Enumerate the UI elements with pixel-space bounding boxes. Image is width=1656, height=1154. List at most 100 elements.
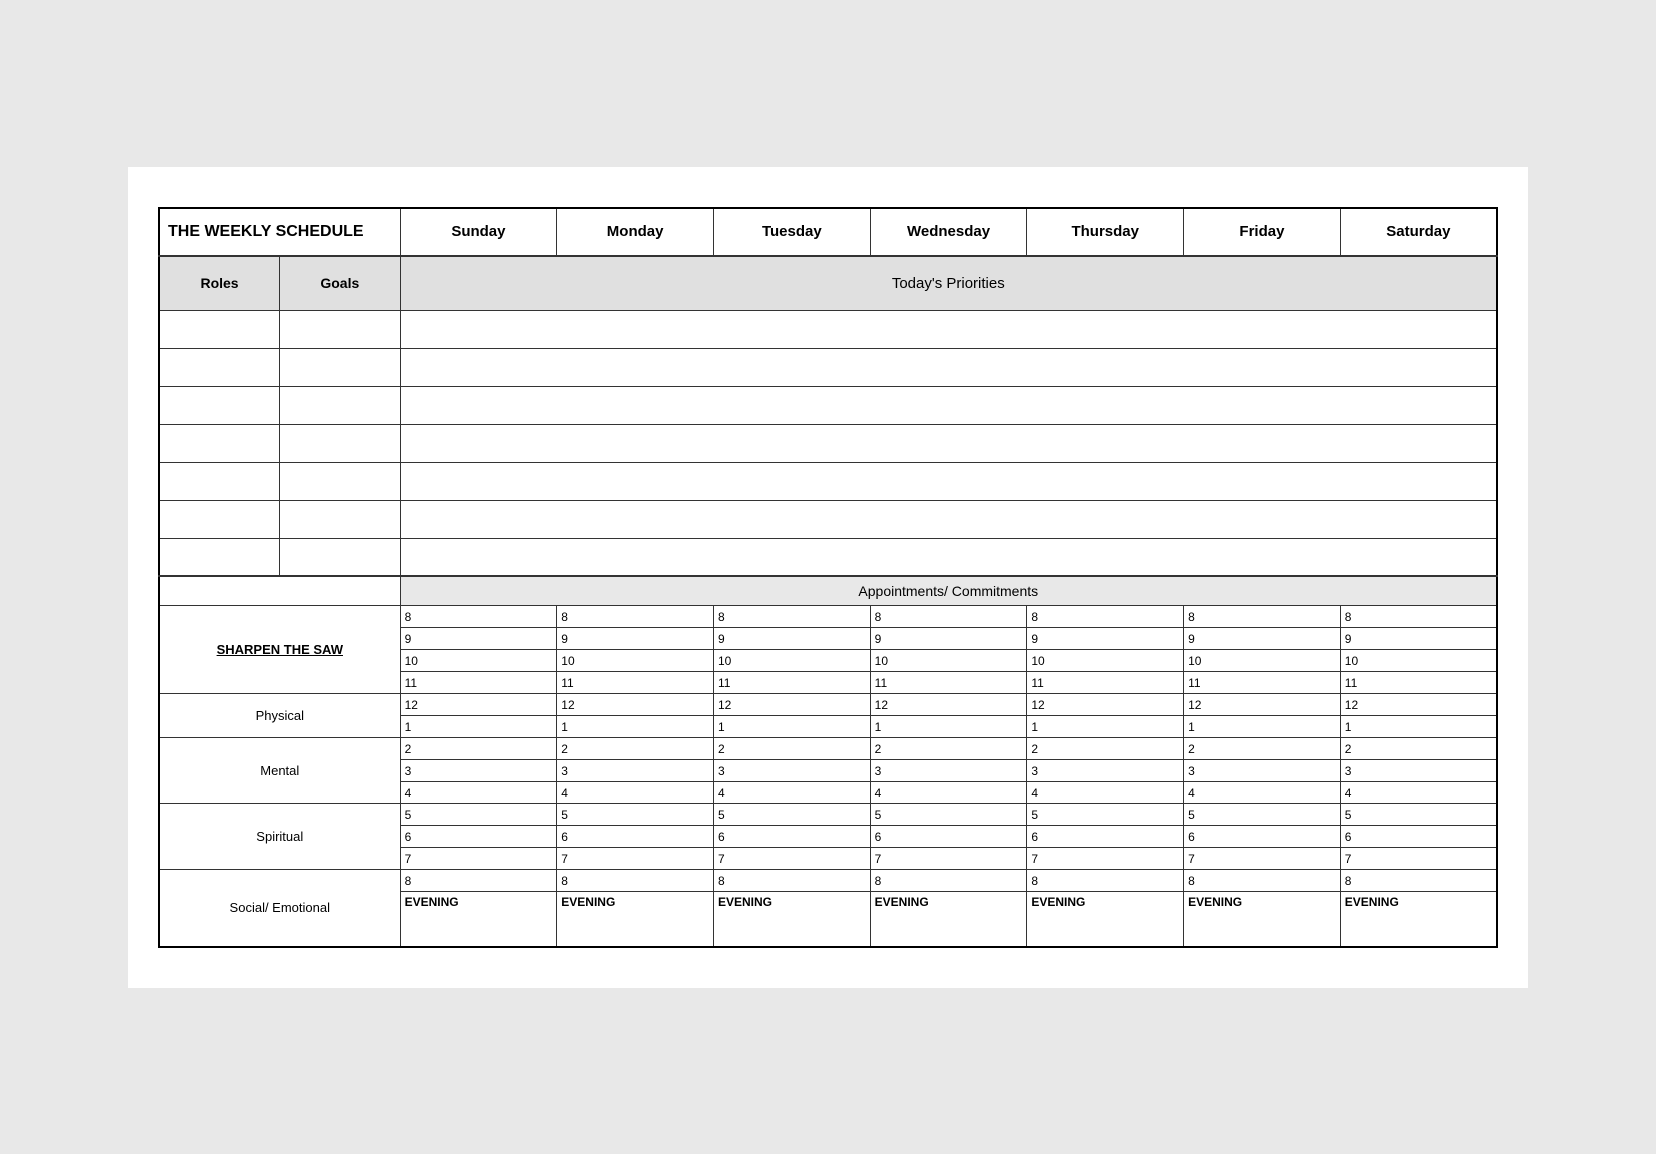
time-mon-6[interactable]: 6	[557, 826, 714, 848]
time-fri-4[interactable]: 4	[1184, 782, 1341, 804]
time-thu-1[interactable]: 1	[1027, 716, 1184, 738]
time-thu-5[interactable]: 5	[1027, 804, 1184, 826]
time-sun-5[interactable]: 5	[400, 804, 557, 826]
time-tue-5[interactable]: 5	[713, 804, 870, 826]
goal-cell-1[interactable]	[280, 310, 401, 348]
time-tue-9[interactable]: 9	[713, 628, 870, 650]
role-cell-6[interactable]	[159, 500, 280, 538]
time-sun-7[interactable]: 7	[400, 848, 557, 870]
priority-cell-7[interactable]	[400, 538, 1497, 576]
time-mon-8b[interactable]: 8	[557, 870, 714, 892]
time-mon-3[interactable]: 3	[557, 760, 714, 782]
goal-cell-4[interactable]	[280, 424, 401, 462]
time-sun-8b[interactable]: 8	[400, 870, 557, 892]
time-mon-9[interactable]: 9	[557, 628, 714, 650]
time-thu-6[interactable]: 6	[1027, 826, 1184, 848]
time-tue-2[interactable]: 2	[713, 738, 870, 760]
time-sun-11[interactable]: 11	[400, 672, 557, 694]
time-fri-7[interactable]: 7	[1184, 848, 1341, 870]
evening-mon[interactable]: EVENING	[557, 892, 714, 947]
time-fri-6[interactable]: 6	[1184, 826, 1341, 848]
goal-cell-5[interactable]	[280, 462, 401, 500]
goal-cell-2[interactable]	[280, 348, 401, 386]
time-tue-3[interactable]: 3	[713, 760, 870, 782]
time-mon-8a[interactable]: 8	[557, 606, 714, 628]
time-thu-8b[interactable]: 8	[1027, 870, 1184, 892]
time-sat-6[interactable]: 6	[1340, 826, 1497, 848]
time-fri-8b[interactable]: 8	[1184, 870, 1341, 892]
time-wed-5[interactable]: 5	[870, 804, 1027, 826]
time-mon-4[interactable]: 4	[557, 782, 714, 804]
time-fri-1[interactable]: 1	[1184, 716, 1341, 738]
time-sun-2[interactable]: 2	[400, 738, 557, 760]
time-mon-12[interactable]: 12	[557, 694, 714, 716]
priority-cell-2[interactable]	[400, 348, 1497, 386]
time-tue-4[interactable]: 4	[713, 782, 870, 804]
time-sat-1[interactable]: 1	[1340, 716, 1497, 738]
time-mon-1[interactable]: 1	[557, 716, 714, 738]
time-thu-9[interactable]: 9	[1027, 628, 1184, 650]
time-sun-9[interactable]: 9	[400, 628, 557, 650]
time-sat-11[interactable]: 11	[1340, 672, 1497, 694]
time-tue-10[interactable]: 10	[713, 650, 870, 672]
time-sun-10[interactable]: 10	[400, 650, 557, 672]
time-thu-7[interactable]: 7	[1027, 848, 1184, 870]
time-tue-6[interactable]: 6	[713, 826, 870, 848]
time-thu-12[interactable]: 12	[1027, 694, 1184, 716]
time-thu-8a[interactable]: 8	[1027, 606, 1184, 628]
time-wed-8b[interactable]: 8	[870, 870, 1027, 892]
time-sat-2[interactable]: 2	[1340, 738, 1497, 760]
time-wed-1[interactable]: 1	[870, 716, 1027, 738]
time-sun-1[interactable]: 1	[400, 716, 557, 738]
time-sat-8a[interactable]: 8	[1340, 606, 1497, 628]
time-fri-12[interactable]: 12	[1184, 694, 1341, 716]
evening-tue[interactable]: EVENING	[713, 892, 870, 947]
time-wed-6[interactable]: 6	[870, 826, 1027, 848]
time-fri-11[interactable]: 11	[1184, 672, 1341, 694]
time-wed-8a[interactable]: 8	[870, 606, 1027, 628]
time-fri-9[interactable]: 9	[1184, 628, 1341, 650]
time-tue-8b[interactable]: 8	[713, 870, 870, 892]
time-sat-8b[interactable]: 8	[1340, 870, 1497, 892]
goal-cell-7[interactable]	[280, 538, 401, 576]
time-sun-6[interactable]: 6	[400, 826, 557, 848]
time-fri-5[interactable]: 5	[1184, 804, 1341, 826]
role-cell-5[interactable]	[159, 462, 280, 500]
evening-sun[interactable]: EVENING	[400, 892, 557, 947]
time-mon-7[interactable]: 7	[557, 848, 714, 870]
time-thu-11[interactable]: 11	[1027, 672, 1184, 694]
time-mon-2[interactable]: 2	[557, 738, 714, 760]
evening-sat[interactable]: EVENING	[1340, 892, 1497, 947]
time-wed-9[interactable]: 9	[870, 628, 1027, 650]
role-cell-7[interactable]	[159, 538, 280, 576]
priority-cell-1[interactable]	[400, 310, 1497, 348]
role-cell-4[interactable]	[159, 424, 280, 462]
time-thu-2[interactable]: 2	[1027, 738, 1184, 760]
priority-cell-3[interactable]	[400, 386, 1497, 424]
time-sun-8a[interactable]: 8	[400, 606, 557, 628]
role-cell-2[interactable]	[159, 348, 280, 386]
time-sat-9[interactable]: 9	[1340, 628, 1497, 650]
time-sun-12[interactable]: 12	[400, 694, 557, 716]
time-sat-10[interactable]: 10	[1340, 650, 1497, 672]
time-sun-4[interactable]: 4	[400, 782, 557, 804]
time-sat-4[interactable]: 4	[1340, 782, 1497, 804]
evening-wed[interactable]: EVENING	[870, 892, 1027, 947]
time-fri-8a[interactable]: 8	[1184, 606, 1341, 628]
time-mon-11[interactable]: 11	[557, 672, 714, 694]
time-sat-12[interactable]: 12	[1340, 694, 1497, 716]
priority-cell-5[interactable]	[400, 462, 1497, 500]
time-wed-3[interactable]: 3	[870, 760, 1027, 782]
evening-thu[interactable]: EVENING	[1027, 892, 1184, 947]
time-wed-12[interactable]: 12	[870, 694, 1027, 716]
time-wed-2[interactable]: 2	[870, 738, 1027, 760]
time-sat-5[interactable]: 5	[1340, 804, 1497, 826]
time-tue-8a[interactable]: 8	[713, 606, 870, 628]
role-cell-1[interactable]	[159, 310, 280, 348]
time-fri-10[interactable]: 10	[1184, 650, 1341, 672]
time-sun-3[interactable]: 3	[400, 760, 557, 782]
time-fri-3[interactable]: 3	[1184, 760, 1341, 782]
priority-cell-4[interactable]	[400, 424, 1497, 462]
time-sat-7[interactable]: 7	[1340, 848, 1497, 870]
time-wed-10[interactable]: 10	[870, 650, 1027, 672]
